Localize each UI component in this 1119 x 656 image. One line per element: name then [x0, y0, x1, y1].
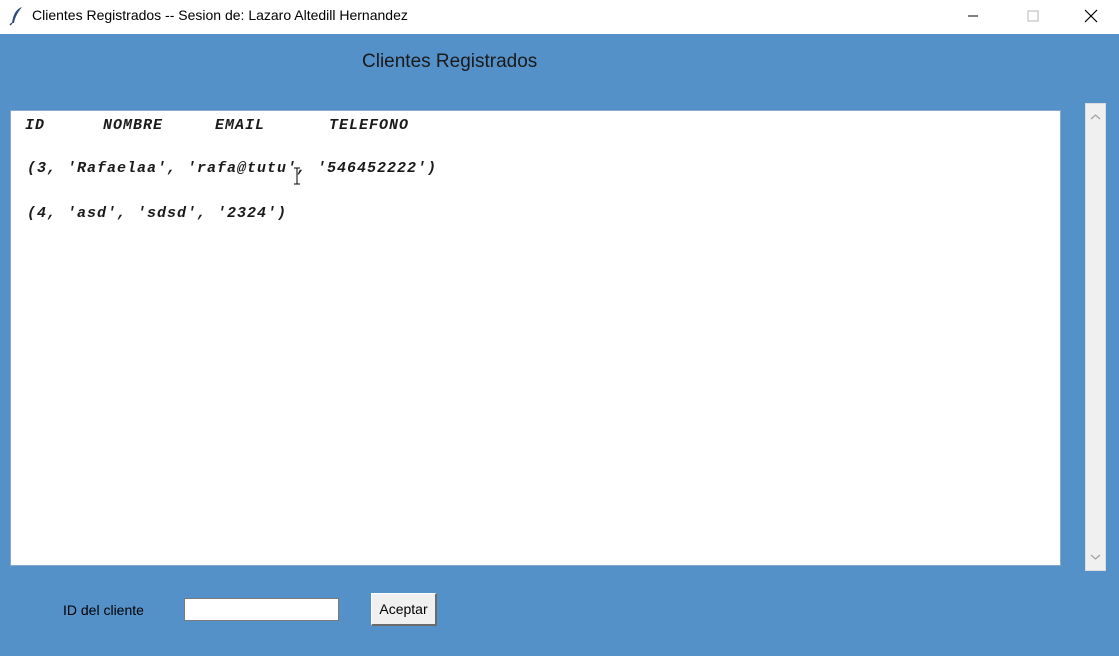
vertical-scrollbar[interactable] [1085, 103, 1106, 571]
close-button[interactable] [1068, 0, 1114, 32]
maximize-icon [1027, 10, 1039, 22]
client-row: (4, 'asd', 'sdsd', '2324') [27, 205, 288, 222]
client-id-input[interactable] [184, 598, 339, 621]
column-header-telefono: TELEFONO [329, 117, 410, 134]
text-cursor-icon [292, 167, 302, 185]
chevron-up-icon[interactable] [1090, 108, 1101, 126]
minimize-button[interactable] [950, 0, 996, 32]
chevron-down-icon[interactable] [1090, 548, 1101, 566]
column-header-email: EMAIL [215, 117, 266, 134]
minimize-icon [967, 10, 979, 22]
client-row: (3, 'Rafaelaa', 'rafa@tutu', '546452222'… [27, 160, 438, 177]
window-title: Clientes Registrados -- Sesion de: Lazar… [32, 7, 408, 23]
column-header-nombre: NOMBRE [103, 117, 164, 134]
accept-button[interactable]: Aceptar [371, 593, 437, 626]
client-id-label: ID del cliente [63, 602, 144, 618]
feather-icon [9, 6, 25, 26]
page-title: Clientes Registrados [362, 51, 538, 72]
title-bar: Clientes Registrados -- Sesion de: Lazar… [0, 0, 1119, 34]
maximize-button[interactable] [1010, 0, 1056, 32]
close-icon [1084, 9, 1098, 23]
clients-text-area[interactable]: ID NOMBRE EMAIL TELEFONO (3, 'Rafaelaa',… [10, 110, 1061, 566]
column-header-id: ID [25, 117, 46, 134]
